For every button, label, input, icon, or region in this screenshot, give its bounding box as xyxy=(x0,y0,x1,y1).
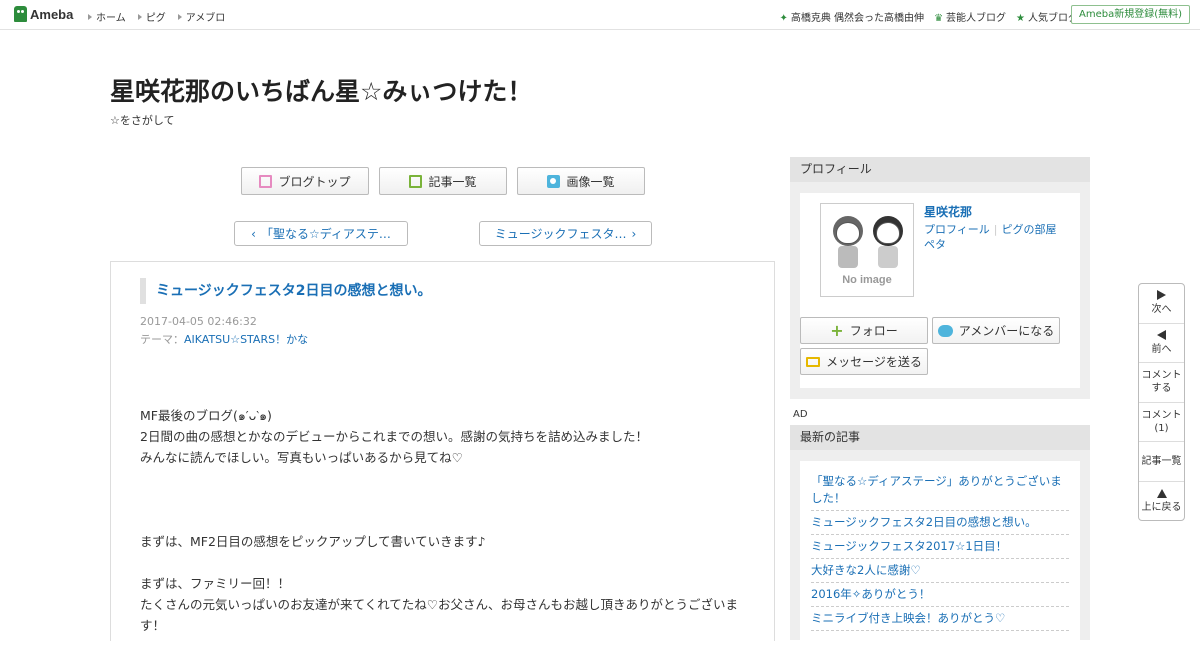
body-paragraph: 2日間の曲の感想とかなのデビューからこれまでの想い。感謝の気持ちを詰め込みました… xyxy=(140,429,648,444)
entry-list-side-button[interactable]: 記事一覧 xyxy=(1139,442,1184,482)
triangle-icon xyxy=(88,14,92,20)
article: ミュージックフェスタ2日目の感想と想い。 2017-04-05 02:46:32… xyxy=(110,261,775,641)
body-paragraph: MF最後のブログ(๑′ᴗ‵๑) xyxy=(140,408,272,423)
plus-icon: + xyxy=(830,321,844,340)
pigg-room-link[interactable]: ピグの部屋 xyxy=(1002,223,1057,236)
entry-date: 2017-04-05 02:46:32 xyxy=(140,315,257,328)
body-paragraph: まずは、ファミリー回！！ xyxy=(140,576,291,591)
image-list-button[interactable]: 画像一覧 xyxy=(517,167,645,195)
ameba-logo-icon xyxy=(14,6,27,22)
camera-icon xyxy=(547,174,561,188)
latest-item[interactable]: 2016年✧ありがとう！ xyxy=(811,583,1069,607)
celebrity-blog-link[interactable]: ♛ 芸能人ブログ xyxy=(934,9,1006,24)
theme-link[interactable]: AIKATSU☆STARS！かな xyxy=(184,333,308,346)
latest-list: 「聖なる☆ディアステージ」ありがとうございました！ ミュージックフェスタ2日目の… xyxy=(811,470,1069,631)
list-icon xyxy=(409,174,423,188)
entry-theme: テーマ：AIKATSU☆STARS！かな xyxy=(140,333,309,346)
latest-item[interactable]: ミュージックフェスタ2017☆1日目！ xyxy=(811,535,1069,559)
latest-item[interactable]: 大好きな2人に感謝♡ xyxy=(811,559,1069,583)
play-right-icon xyxy=(1157,290,1166,301)
view-comments-button[interactable]: コメント (1) xyxy=(1139,403,1184,442)
header-links: ✦ 高橋克典 偶然会った高橋由伸 ♛ 芸能人ブログ ★ 人気ブログ xyxy=(779,9,1078,24)
floating-nav: 次へ 前へ コメント する コメント (1) 記事一覧 上に戻る xyxy=(1138,283,1185,521)
avatar-noimage-text: No image xyxy=(842,274,892,286)
body-paragraph: みんなに読んでほしい。写真もいっぱいあるから見てね♡ xyxy=(140,450,463,465)
triangle-icon xyxy=(177,14,182,20)
blog-title[interactable]: 星咲花那のいちばん星☆みぃつけた！ xyxy=(110,72,532,108)
logo-text: Ameba xyxy=(30,6,74,22)
latest-item[interactable]: ミュージックフェスタ2日目の感想と想い。 xyxy=(811,511,1069,535)
global-header: Ameba ホーム ピグ アメブロ ✦ 高橋克典 偶然会った高橋由伸 ♛ 芸能人ブロ… xyxy=(0,0,1200,30)
latest-entries-box: 最新の記事 「聖なる☆ディアステージ」ありがとうございました！ ミュージックフェ… xyxy=(790,425,1090,661)
chevron-right-icon: › xyxy=(631,226,637,241)
trending-link[interactable]: ✦ 高橋克典 偶然会った高橋由伸 xyxy=(779,9,924,24)
latest-heading: 最新の記事 xyxy=(790,425,1090,450)
profile-box: プロフィール No image 星咲花那 プロフィール | ピグの部屋 ペタ + フ… xyxy=(790,157,1090,399)
latest-item[interactable]: ミニライブ付き上映会！ありがとう♡ xyxy=(811,607,1069,631)
triangle-icon xyxy=(137,14,142,20)
nav-pigg[interactable]: ピグ xyxy=(137,9,166,24)
popular-blog-link[interactable]: ★ 人気ブログ xyxy=(1016,9,1078,24)
global-nav: ホーム ピグ アメブロ xyxy=(88,9,225,24)
entry-body: MF最後のブログ(๑′ᴗ‵๑) 2日間の曲の感想とかなのデビューからこれまでの想… xyxy=(140,405,750,636)
sparkle-icon: ✦ xyxy=(779,13,788,24)
nav-home[interactable]: ホーム xyxy=(88,9,126,24)
next-entry-link[interactable]: ミュージックフェスタ… › xyxy=(479,221,652,246)
crown-icon: ♛ xyxy=(934,13,944,24)
prev-entry-link[interactable]: ‹ 「聖なる☆ディアステ… xyxy=(234,221,408,246)
chevron-left-icon: ‹ xyxy=(251,226,256,241)
body-paragraph: まずは、MF2日目の感想をピックアップして書いていきます♪ xyxy=(140,534,486,549)
peta-link[interactable]: ペタ xyxy=(924,238,946,251)
arrow-up-icon xyxy=(1156,488,1167,498)
avatar[interactable]: No image xyxy=(820,203,914,297)
latest-item[interactable]: 「聖なる☆ディアステージ」ありがとうございました！ xyxy=(811,470,1069,511)
entry-title[interactable]: ミュージックフェスタ2日目の感想と想い。 xyxy=(140,278,431,304)
document-icon xyxy=(259,174,273,188)
profile-links: プロフィール | ピグの部屋 ペタ xyxy=(924,223,1057,251)
mail-icon xyxy=(806,356,821,367)
profile-content: No image 星咲花那 プロフィール | ピグの部屋 ペタ + フォロー アメン… xyxy=(800,193,1080,388)
profile-name[interactable]: 星咲花那 xyxy=(924,203,972,220)
blog-description: ☆をさがして xyxy=(110,114,175,127)
follow-button[interactable]: + フォロー xyxy=(800,317,928,344)
profile-heading: プロフィール xyxy=(790,157,1090,182)
play-left-icon xyxy=(1157,329,1166,340)
nav-ameblo[interactable]: アメブロ xyxy=(177,9,225,24)
star-icon: ★ xyxy=(1016,13,1025,24)
write-comment-button[interactable]: コメント する xyxy=(1139,363,1184,403)
prev-button[interactable]: 前へ xyxy=(1139,324,1184,363)
message-button[interactable]: メッセージを送る xyxy=(800,348,928,375)
entry-list-button[interactable]: 記事一覧 xyxy=(379,167,507,195)
next-button[interactable]: 次へ xyxy=(1139,284,1184,324)
register-button[interactable]: Ameba新規登録(無料) xyxy=(1070,5,1190,24)
back-to-top-button[interactable]: 上に戻る xyxy=(1139,482,1184,522)
blog-top-button[interactable]: ブログトップ xyxy=(241,167,369,195)
amember-button[interactable]: アメンバーになる xyxy=(932,317,1060,344)
speech-bubble-icon xyxy=(937,324,953,337)
latest-content: 「聖なる☆ディアステージ」ありがとうございました！ ミュージックフェスタ2日目の… xyxy=(800,461,1080,661)
ameba-logo[interactable]: Ameba xyxy=(14,6,73,22)
ad-label: AD xyxy=(793,409,808,420)
profile-link[interactable]: プロフィール xyxy=(924,223,990,236)
